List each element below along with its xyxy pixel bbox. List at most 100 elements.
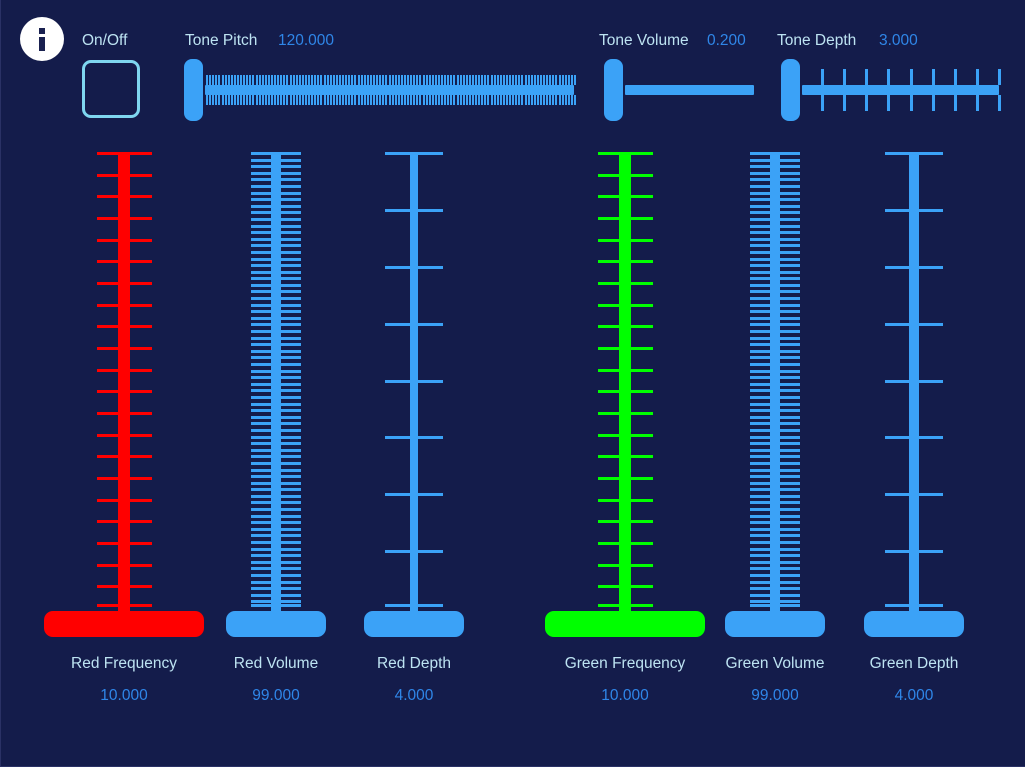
tick (215, 95, 218, 105)
green-frequency-slider[interactable]: Green Frequency 10.000 (545, 152, 705, 712)
green-volume-handle[interactable] (725, 611, 825, 637)
tick (505, 75, 508, 85)
tone-depth-track[interactable] (802, 85, 999, 95)
tone-depth-slider[interactable] (781, 59, 1001, 121)
tick (233, 95, 236, 105)
tick (271, 75, 274, 85)
red-frequency-handle[interactable] (44, 611, 204, 637)
green-volume-track[interactable] (770, 152, 780, 617)
tick (388, 75, 391, 85)
tick (320, 75, 323, 85)
tick (267, 75, 270, 85)
tick (505, 95, 508, 105)
tick (998, 95, 1001, 111)
green-depth-handle[interactable] (864, 611, 964, 637)
tick (843, 69, 847, 85)
control-panel-window: On/Off Tone Pitch 120.000 Tone Volume 0.… (0, 0, 1025, 767)
red-frequency-value: 10.000 (100, 687, 148, 704)
onoff-checkbox[interactable] (82, 60, 140, 118)
tick (363, 75, 366, 85)
tick (416, 95, 419, 105)
tick (484, 75, 487, 85)
tick (552, 95, 555, 105)
tick (931, 69, 935, 85)
tick (354, 95, 357, 105)
tick (574, 75, 576, 85)
tick (274, 75, 277, 85)
tick (561, 75, 564, 85)
tick (335, 95, 338, 105)
tick (459, 75, 462, 85)
green-frequency-handle[interactable] (545, 611, 705, 637)
tone-volume-value: 0.200 (707, 32, 746, 49)
tick (283, 95, 286, 105)
info-icon[interactable] (20, 17, 64, 61)
tick (403, 95, 406, 105)
tick (379, 75, 382, 85)
red-frequency-track[interactable] (118, 152, 130, 617)
red-depth-handle[interactable] (364, 611, 464, 637)
red-depth-track[interactable] (410, 152, 418, 617)
tick (490, 75, 493, 85)
green-frequency-track[interactable] (619, 152, 631, 617)
tick (206, 75, 209, 85)
tick (468, 95, 471, 105)
tick (295, 95, 298, 105)
tick (209, 75, 212, 85)
tick (305, 75, 308, 85)
tick (518, 75, 521, 85)
red-volume-track[interactable] (271, 152, 281, 617)
tick (339, 75, 342, 85)
tick (530, 75, 533, 85)
tick (468, 75, 471, 85)
tone-pitch-slider[interactable] (184, 59, 576, 121)
tick (391, 95, 394, 105)
tick (237, 95, 239, 105)
tick (237, 75, 239, 85)
tone-pitch-handle[interactable] (184, 59, 203, 121)
tick (416, 75, 419, 85)
tone-depth-value: 3.000 (879, 32, 918, 49)
tick (305, 95, 308, 105)
green-depth-slider[interactable]: Green Depth 4.000 (834, 152, 994, 712)
tick (909, 95, 913, 111)
tick (264, 95, 267, 105)
tick (410, 95, 413, 105)
tick (437, 95, 440, 105)
green-depth-track[interactable] (909, 152, 919, 617)
tick (280, 95, 283, 105)
tick (351, 75, 354, 85)
tick (348, 95, 351, 105)
tick (249, 75, 252, 85)
green-frequency-label: Green Frequency (564, 655, 686, 672)
tone-volume-slider[interactable] (604, 59, 756, 121)
tick (332, 75, 335, 85)
green-frequency-value: 10.000 (601, 687, 649, 704)
tick (360, 75, 363, 85)
tick (311, 75, 314, 85)
green-volume-slider[interactable]: Green Volume 99.000 (695, 152, 855, 712)
tone-volume-handle[interactable] (604, 59, 623, 121)
tick (428, 95, 431, 105)
tick (428, 75, 431, 85)
tick (574, 95, 576, 105)
red-depth-slider[interactable]: Red Depth 4.000 (334, 152, 494, 712)
red-volume-handle[interactable] (226, 611, 326, 637)
tone-depth-handle[interactable] (781, 59, 800, 121)
tick (539, 95, 542, 105)
tick (453, 95, 456, 105)
tone-depth-label: Tone Depth (777, 32, 857, 49)
tick (821, 69, 825, 85)
tick (487, 95, 490, 105)
tick (376, 95, 379, 105)
tick (369, 75, 372, 85)
red-volume-slider[interactable]: Red Volume 99.000 (196, 152, 356, 712)
red-frequency-slider[interactable]: Red Frequency 10.000 (44, 152, 204, 712)
green-depth-label: Green Depth (869, 655, 959, 672)
tick (478, 75, 481, 85)
tick (475, 95, 478, 105)
tick (264, 75, 267, 85)
tick (271, 95, 274, 105)
tone-pitch-track[interactable] (205, 85, 574, 95)
tone-volume-track[interactable] (625, 85, 754, 95)
